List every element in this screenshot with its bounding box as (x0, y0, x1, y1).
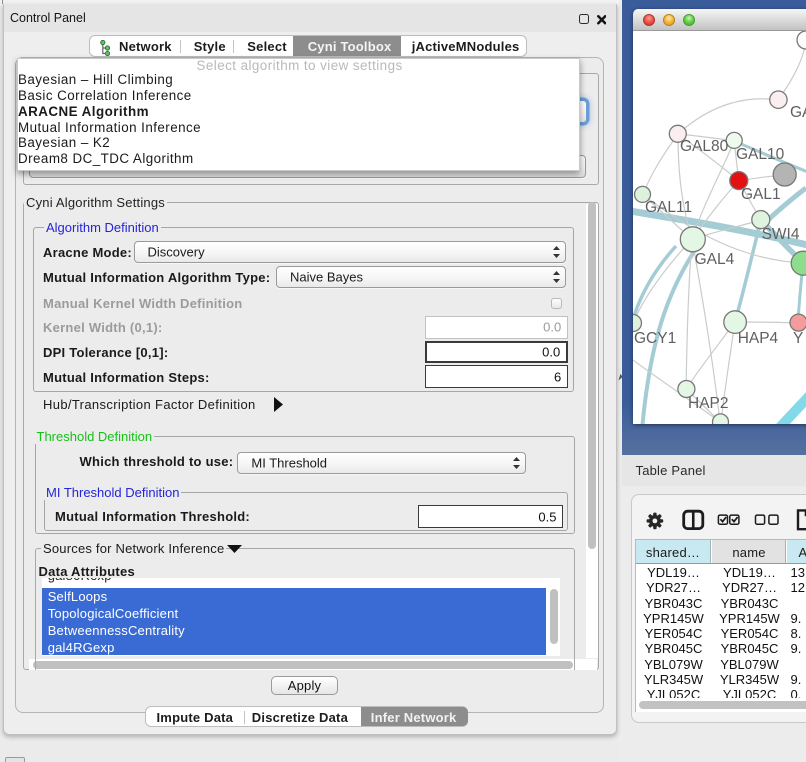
svg-text:GCY1: GCY1 (634, 330, 676, 347)
svg-text:GAL: GAL (790, 104, 806, 121)
svg-text:Y: Y (793, 330, 803, 347)
svg-text:GAL4: GAL4 (695, 251, 735, 268)
svg-text:GAL10: GAL10 (736, 146, 785, 163)
svg-text:GAL1: GAL1 (741, 186, 781, 203)
svg-text:HAP2: HAP2 (688, 395, 729, 412)
svg-text:GAL80: GAL80 (680, 138, 729, 155)
svg-text:HAP4: HAP4 (738, 330, 779, 347)
svg-text:SWI4: SWI4 (762, 226, 800, 243)
svg-text:GAL11: GAL11 (645, 199, 692, 216)
